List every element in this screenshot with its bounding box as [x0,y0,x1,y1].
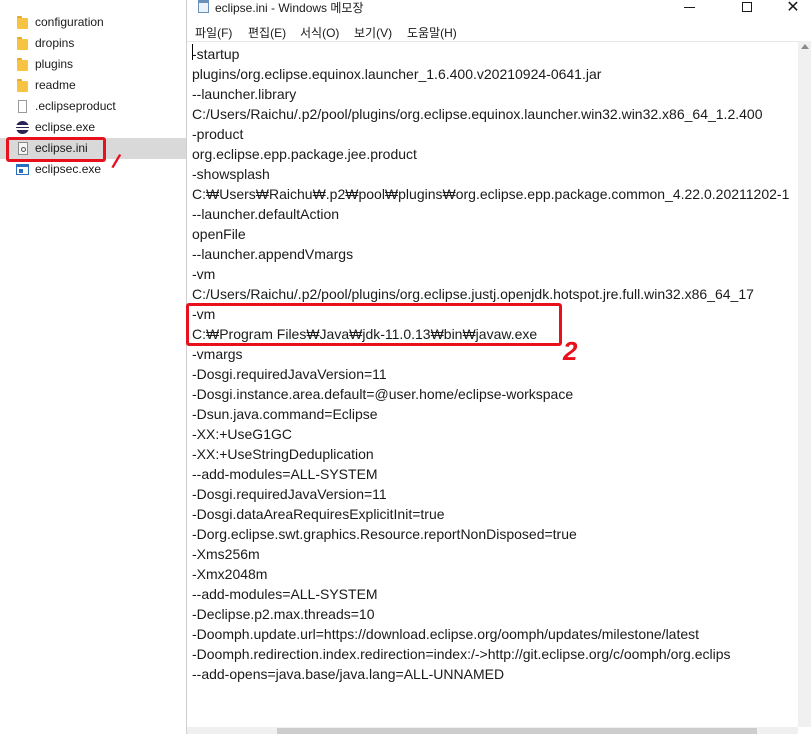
text-line: -XX:+UseG1GC [192,426,292,442]
menu-format[interactable]: 서식(O) [300,24,339,41]
horizontal-scrollbar[interactable] [187,727,798,734]
minimize-button[interactable] [679,0,723,18]
menu-bar: 파일(F) 편집(E) 서식(O) 보기(V) 도움말(H) [187,19,811,41]
text-line: -Dosgi.requiredJavaVersion=11 [192,486,387,502]
menu-help[interactable]: 도움말(H) [407,24,457,41]
maximize-icon [742,2,752,12]
file-explorer-list: configuration dropins plugins readme .ec… [0,0,186,734]
menu-file[interactable]: 파일(F) [195,24,232,41]
scroll-up-arrow-icon[interactable] [801,44,809,49]
file-item-readme[interactable]: readme [0,75,186,96]
horizontal-scroll-thumb[interactable] [277,728,757,734]
text-line: -vm [192,266,216,282]
file-name: configuration [35,15,104,29]
folder-icon [16,16,30,29]
close-icon: ✕ [786,0,800,16]
minimize-icon [684,6,695,8]
text-line: --launcher.library [192,86,297,102]
text-line: C:/Users/Raichu/.p2/pool/plugins/org.ecl… [192,106,763,122]
file-item-eclipsec-exe[interactable]: eclipsec.exe [0,159,186,180]
annotation-mark-2: 2 [563,336,578,366]
file-name: .eclipseproduct [35,99,116,113]
text-line: -Doomph.redirection.index.redirection=in… [192,646,731,662]
text-line: -vmargs [192,346,243,362]
text-line: -Dorg.eclipse.swt.graphics.Resource.repo… [192,526,577,542]
file-icon [16,100,30,113]
text-line: -product [192,126,244,142]
text-line: plugins/org.eclipse.equinox.launcher_1.6… [192,66,602,82]
vertical-scrollbar[interactable] [798,41,811,727]
text-line: --launcher.appendVmargs [192,246,354,262]
text-line: -Dosgi.instance.area.default=@user.home/… [192,386,574,402]
text-line: --add-opens=java.base/java.lang=ALL-UNNA… [192,666,505,682]
notepad-icon [197,0,211,13]
menu-edit[interactable]: 편집(E) [248,24,286,41]
text-editor-area[interactable]: -startup plugins/org.eclipse.equinox.laun… [187,41,798,728]
folder-icon [16,58,30,71]
annotation-box-1 [6,137,106,162]
text-line: -Dosgi.requiredJavaVersion=11 [192,366,387,382]
eclipse-icon [16,121,30,134]
text-line: -startup [192,46,240,62]
file-item-configuration[interactable]: configuration [0,12,186,33]
text-line: --launcher.defaultAction [192,206,340,222]
folder-icon [16,79,30,92]
menu-view[interactable]: 보기(V) [354,24,392,41]
text-line: -Xmx2048m [192,566,268,582]
file-name: eclipse.exe [35,120,96,134]
text-line: -Doomph.update.url=https://download.ecli… [192,626,700,642]
text-line: -Dosgi.dataAreaRequiresExplicitInit=true [192,506,445,522]
text-line: -XX:+UseStringDeduplication [192,446,374,462]
exe-icon [16,163,30,176]
text-line: openFile [192,226,246,242]
folder-icon [16,37,30,50]
file-item-eclipse-exe[interactable]: eclipse.exe [0,117,186,138]
text-line: -showsplash [192,166,270,182]
text-line: C:₩Users₩Raichu₩.p2₩pool₩plugins₩org.ecl… [192,186,790,202]
close-button[interactable]: ✕ [771,0,811,18]
file-name: plugins [35,57,74,71]
file-name: readme [35,78,76,92]
text-line: C:/Users/Raichu/.p2/pool/plugins/org.ecl… [192,286,754,302]
file-item-dropins[interactable]: dropins [0,33,186,54]
window-title: eclipse.ini - Windows 메모장 [215,1,364,15]
text-line: org.eclipse.epp.package.jee.product [192,146,417,162]
file-item-eclipseproduct[interactable]: .eclipseproduct [0,96,186,117]
notepad-window: eclipse.ini - Windows 메모장 ✕ 파일(F) 편집(E) … [186,0,811,734]
maximize-button[interactable] [725,0,769,18]
file-item-plugins[interactable]: plugins [0,54,186,75]
title-bar: eclipse.ini - Windows 메모장 ✕ [187,0,811,18]
file-name: eclipsec.exe [35,162,102,176]
annotation-box-2 [186,303,562,346]
text-line: --add-modules=ALL-SYSTEM [192,466,378,482]
text-line: -Xms256m [192,546,260,562]
text-line: -Dsun.java.command=Eclipse [192,406,378,422]
text-line: -Declipse.p2.max.threads=10 [192,606,375,622]
file-name: dropins [35,36,75,50]
text-line: --add-modules=ALL-SYSTEM [192,586,378,602]
